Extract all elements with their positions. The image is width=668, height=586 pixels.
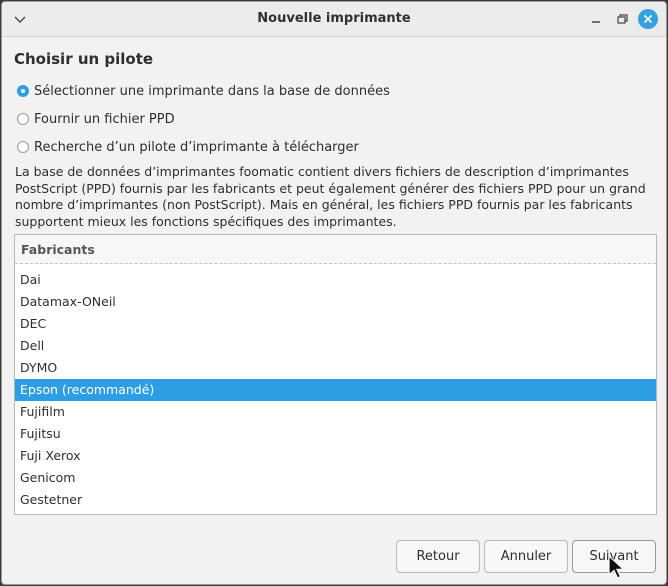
description-text: La base de données d’imprimantes foomati… bbox=[15, 164, 646, 229]
list-item[interactable]: Fuji Xerox bbox=[15, 445, 656, 467]
restore-icon[interactable] bbox=[614, 11, 630, 27]
list-header[interactable]: Fabricants bbox=[15, 235, 656, 264]
radio-button[interactable] bbox=[17, 141, 29, 153]
option-ppd-file[interactable]: Fournir un fichier PPD bbox=[17, 110, 175, 128]
list-item[interactable]: DYMO bbox=[15, 357, 656, 379]
window-title: Nouvelle imprimante bbox=[257, 11, 411, 26]
mouse-pointer-icon bbox=[608, 555, 626, 579]
list-item[interactable]: Datamax-ONeil bbox=[15, 291, 656, 313]
minimize-icon[interactable] bbox=[588, 11, 604, 27]
printer-dialog-window: Nouvelle imprimante Choisir un pilote Sé… bbox=[1, 1, 667, 585]
manufacturer-list[interactable]: Fabricants Dai Datamax-ONeil DEC Dell DY… bbox=[14, 234, 657, 515]
list-item[interactable]: Fujifilm bbox=[15, 401, 656, 423]
radio-button[interactable] bbox=[17, 113, 29, 125]
list-item[interactable]: Dell bbox=[15, 335, 656, 357]
option-label: Fournir un fichier PPD bbox=[34, 111, 175, 127]
list-item[interactable]: Dai bbox=[15, 269, 656, 291]
list-item[interactable]: Fujitsu bbox=[15, 423, 656, 445]
list-item[interactable]: Genicom bbox=[15, 467, 656, 489]
cancel-button[interactable]: Annuler bbox=[484, 540, 568, 573]
back-button[interactable]: Retour bbox=[396, 540, 480, 573]
option-download-driver[interactable]: Recherche d’un pilote d’imprimante à tél… bbox=[17, 138, 359, 156]
list-item-selected[interactable]: Epson (recommandé) bbox=[15, 379, 656, 401]
option-label: Recherche d’un pilote d’imprimante à tél… bbox=[34, 139, 359, 155]
list-item[interactable]: DEC bbox=[15, 313, 656, 335]
close-icon bbox=[643, 14, 653, 24]
page-heading: Choisir un pilote bbox=[14, 50, 154, 68]
radio-button-selected[interactable] bbox=[17, 85, 29, 97]
list-item[interactable]: Gestetner bbox=[15, 489, 656, 511]
close-button[interactable] bbox=[638, 9, 658, 29]
title-bar: Nouvelle imprimante bbox=[2, 2, 666, 37]
option-database[interactable]: Sélectionner une imprimante dans la base… bbox=[17, 82, 390, 100]
option-label: Sélectionner une imprimante dans la base… bbox=[34, 83, 390, 99]
